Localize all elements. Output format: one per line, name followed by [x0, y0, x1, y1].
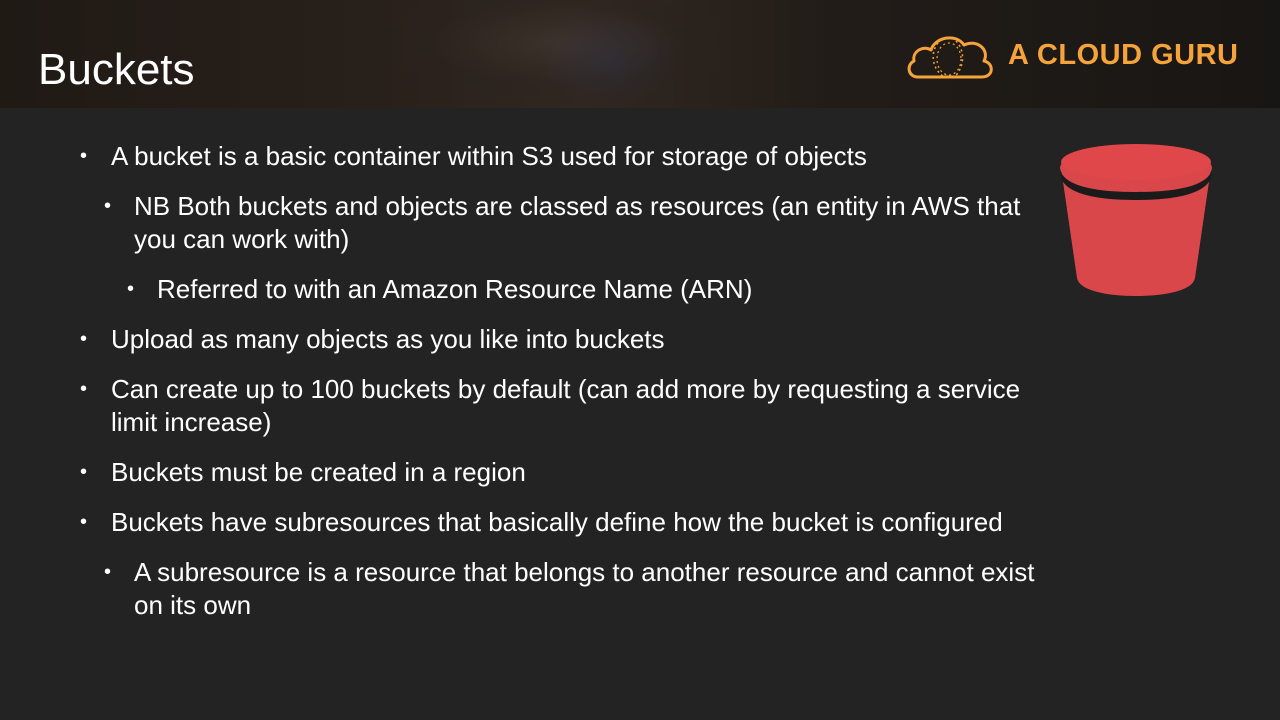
bullet-text: Referred to with an Amazon Resource Name…: [157, 274, 753, 304]
bullet-marker: •: [80, 378, 88, 400]
logo-text: A CLOUD GURU: [1008, 38, 1239, 71]
bullet-text: Can create up to 100 buckets by default …: [111, 374, 1021, 437]
bullet-marker: •: [80, 461, 88, 483]
slide-title: Buckets: [38, 45, 195, 94]
bullet-item-level-2: • A subresource is a resource that belong…: [80, 556, 1040, 622]
bullet-marker: •: [80, 145, 88, 167]
bullet-text: Buckets must be created in a region: [111, 457, 526, 487]
bullet-item-level-1: • Can create up to 100 buckets by default…: [80, 373, 1040, 439]
cloud-logo-icon: [904, 29, 996, 81]
bullet-item-level-1: • Upload as many objects as you like into…: [80, 323, 1040, 356]
bullet-item-level-1: • Buckets have subresources that basicall…: [80, 506, 1040, 539]
bullet-text: Upload as many objects as you like into …: [111, 324, 665, 354]
bullet-list: • A bucket is a basic container within S3…: [80, 140, 1040, 639]
bullet-text: A subresource is a resource that belongs…: [134, 557, 1035, 620]
bullet-marker: •: [80, 511, 88, 533]
bullet-marker: •: [104, 195, 112, 217]
bullet-marker: •: [104, 561, 112, 583]
bullet-text: A bucket is a basic container within S3 …: [111, 141, 867, 171]
bullet-item-level-1: • Buckets must be created in a region: [80, 456, 1040, 489]
bullet-item-level-3: • Referred to with an Amazon Resource Nam…: [80, 273, 1040, 306]
slide: Buckets A CLOUD GURU • A bucket is a basi…: [0, 0, 1280, 720]
brand-logo: A CLOUD GURU: [904, 28, 1238, 82]
bullet-marker: •: [80, 328, 88, 350]
bullet-marker: •: [127, 278, 135, 300]
bullet-item-level-1: • A bucket is a basic container within S3…: [80, 140, 1040, 173]
bullet-text: NB Both buckets and objects are classed …: [134, 191, 1021, 254]
bullet-text: Buckets have subresources that basically…: [111, 507, 1003, 537]
s3-bucket-icon: [1055, 142, 1217, 298]
bullet-item-level-2: • NB Both buckets and objects are classed…: [80, 190, 1040, 256]
